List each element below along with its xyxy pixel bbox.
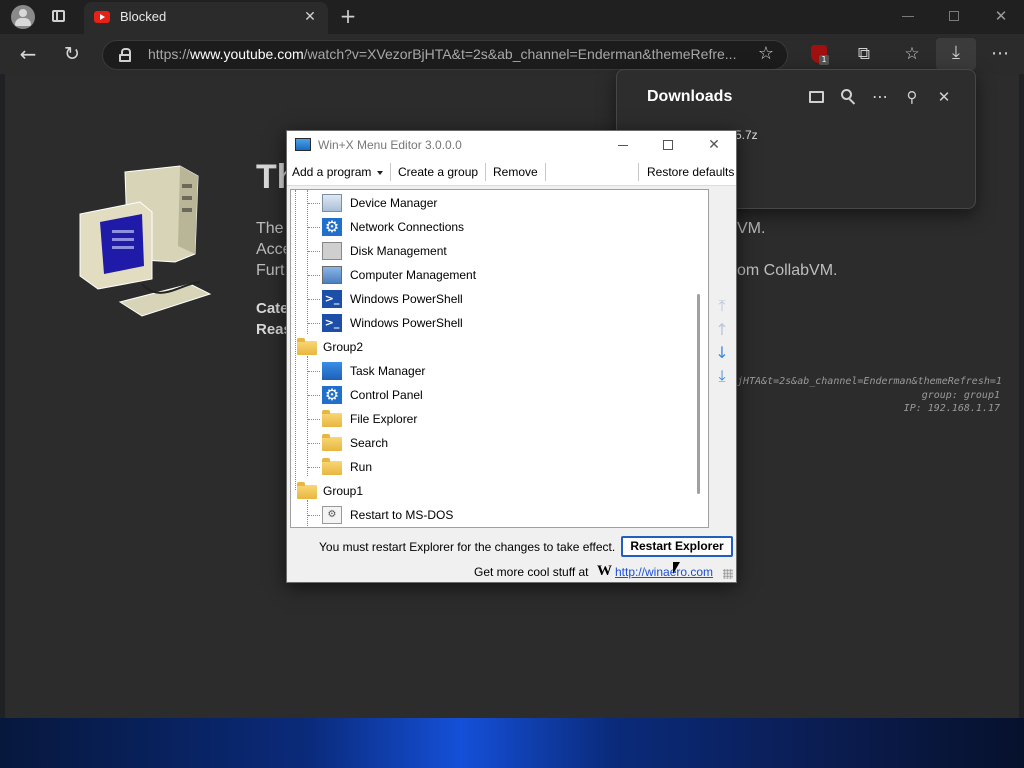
tab-title: Blocked: [120, 9, 167, 24]
powershell-icon: >_: [322, 290, 342, 308]
close-tab-icon[interactable]: ✕: [300, 7, 320, 27]
desktop-wallpaper: [0, 718, 1024, 768]
menu-separator: [638, 163, 639, 181]
extension-badge: 1: [819, 55, 829, 65]
disk-icon: [322, 242, 342, 260]
create-group-menu[interactable]: Create a group: [398, 165, 478, 179]
favorites-icon[interactable]: ☆: [901, 44, 923, 66]
tab-actions-icon[interactable]: [52, 10, 65, 22]
tree-item[interactable]: ⚙ Control Panel: [291, 384, 691, 406]
dialog-maximize-icon[interactable]: [663, 140, 673, 150]
retro-computer-illustration: [79, 165, 212, 317]
tree-item[interactable]: Search: [291, 432, 691, 454]
gear-icon: ⚙: [322, 218, 342, 236]
tree-item[interactable]: File Explorer: [291, 408, 691, 430]
folder-icon: [297, 338, 317, 355]
move-to-top-icon[interactable]: ⤒: [714, 298, 730, 314]
tree-group[interactable]: Group2: [291, 336, 691, 358]
tree-item[interactable]: >_ Windows PowerShell: [291, 288, 691, 310]
winaero-link[interactable]: http://winaero.com: [615, 565, 713, 579]
debug-ip: IP: 192.168.1.17: [903, 403, 1000, 414]
menu-separator: [485, 163, 486, 181]
debug-group: group: group1: [921, 390, 1000, 401]
lock-icon[interactable]: [119, 48, 131, 62]
download-file-name[interactable]: 5.7z: [735, 128, 758, 142]
folder-icon: [297, 482, 317, 499]
gear-icon: ⚙: [322, 386, 342, 404]
restore-defaults-menu[interactable]: Restore defaults: [647, 165, 734, 179]
page-line-1-end: VM.: [737, 220, 766, 237]
tab-blocked[interactable]: Blocked ✕: [84, 2, 328, 34]
tree-item[interactable]: Task Manager: [291, 360, 691, 382]
downloads-button[interactable]: ⤓: [936, 38, 976, 70]
search-icon[interactable]: [841, 89, 857, 105]
page-category-label: Cate: [256, 300, 289, 317]
task-manager-icon: [322, 362, 342, 380]
tree-item[interactable]: Disk Management: [291, 240, 691, 262]
folder-icon: [322, 434, 342, 451]
profile-avatar-icon[interactable]: [11, 5, 35, 29]
minimize-window-icon[interactable]: [902, 16, 914, 17]
tree-item[interactable]: Run: [291, 456, 691, 478]
dialog-close-icon[interactable]: ✕: [704, 135, 724, 155]
move-down-icon[interactable]: ↓: [714, 345, 730, 361]
winaero-logo: W: [597, 563, 612, 579]
folder-icon: [322, 410, 342, 427]
tree-item[interactable]: Device Manager: [291, 192, 691, 214]
restart-notice: You must restart Explorer for the change…: [319, 540, 616, 554]
extensions-puzzle-icon[interactable]: ⧉: [853, 44, 875, 66]
tree-group[interactable]: Group1: [291, 480, 691, 502]
powershell-icon: >_: [322, 314, 342, 332]
dialog-title: Win+X Menu Editor 3.0.0.0: [318, 138, 462, 152]
tab-strip: Blocked ✕ + ✕: [0, 0, 1024, 34]
tree-item[interactable]: ⚙ Network Connections: [291, 216, 691, 238]
page-line-3: Furt: [256, 262, 285, 279]
footer-text: Get more cool stuff at: [474, 565, 589, 579]
computer-icon: [322, 266, 342, 284]
device-manager-icon: [322, 194, 342, 212]
menu-items-tree[interactable]: Device Manager ⚙ Network Connections Dis…: [290, 189, 709, 528]
dialog-menubar: Add a program Create a group Remove Rest…: [287, 159, 736, 186]
favorite-star-icon[interactable]: ☆: [755, 44, 777, 66]
add-program-menu[interactable]: Add a program: [292, 165, 371, 179]
youtube-icon: [94, 11, 110, 23]
move-to-bottom-icon[interactable]: ⤓: [714, 368, 730, 384]
pin-icon[interactable]: ⚲: [902, 87, 922, 107]
more-menu-icon[interactable]: ⋯: [989, 44, 1011, 66]
page-line-3-end: om CollabVM.: [737, 262, 838, 279]
downloads-title: Downloads: [647, 88, 733, 105]
resize-grip[interactable]: [723, 569, 733, 579]
msdos-icon: ⚙: [322, 506, 342, 524]
menu-separator: [545, 163, 546, 181]
debug-url: jHTA&t=2s&ab_channel=Enderman&themeRefre…: [737, 376, 1002, 387]
restore-window-icon[interactable]: [949, 11, 959, 21]
refresh-icon[interactable]: ↻: [61, 44, 83, 64]
dialog-titlebar: Win+X Menu Editor 3.0.0.0 ✕: [287, 131, 736, 159]
close-window-icon[interactable]: ✕: [991, 6, 1011, 26]
remove-menu[interactable]: Remove: [493, 165, 538, 179]
new-tab-plus-icon[interactable]: +: [338, 6, 358, 26]
tree-item[interactable]: >_ Windows PowerShell: [291, 312, 691, 334]
winx-menu-editor-window: Win+X Menu Editor 3.0.0.0 ✕ Add a progra…: [286, 130, 737, 583]
tree-scrollbar[interactable]: [697, 294, 700, 494]
menu-separator: [390, 163, 391, 181]
restart-explorer-button[interactable]: Restart Explorer: [621, 536, 733, 557]
dialog-minimize-icon[interactable]: [618, 145, 628, 146]
open-folder-icon[interactable]: [809, 91, 824, 103]
tree-item[interactable]: Computer Management: [291, 264, 691, 286]
app-icon: [295, 138, 311, 151]
ublock-extension-icon[interactable]: 1: [811, 45, 829, 65]
back-arrow-icon[interactable]: ←: [17, 44, 39, 64]
more-options-icon[interactable]: ⋯: [870, 87, 890, 107]
chevron-down-icon[interactable]: [377, 171, 383, 175]
download-icon: ⤓: [952, 42, 960, 63]
close-panel-icon[interactable]: ✕: [934, 87, 954, 107]
url-text[interactable]: https://www.youtube.com/watch?v=XVezorBj…: [148, 46, 748, 64]
folder-icon: [322, 458, 342, 475]
tree-item[interactable]: ⚙ Restart to MS-DOS: [291, 504, 691, 526]
page-line-1: The: [256, 220, 284, 237]
move-up-icon[interactable]: ↑: [714, 322, 730, 338]
mouse-cursor: [673, 562, 680, 574]
